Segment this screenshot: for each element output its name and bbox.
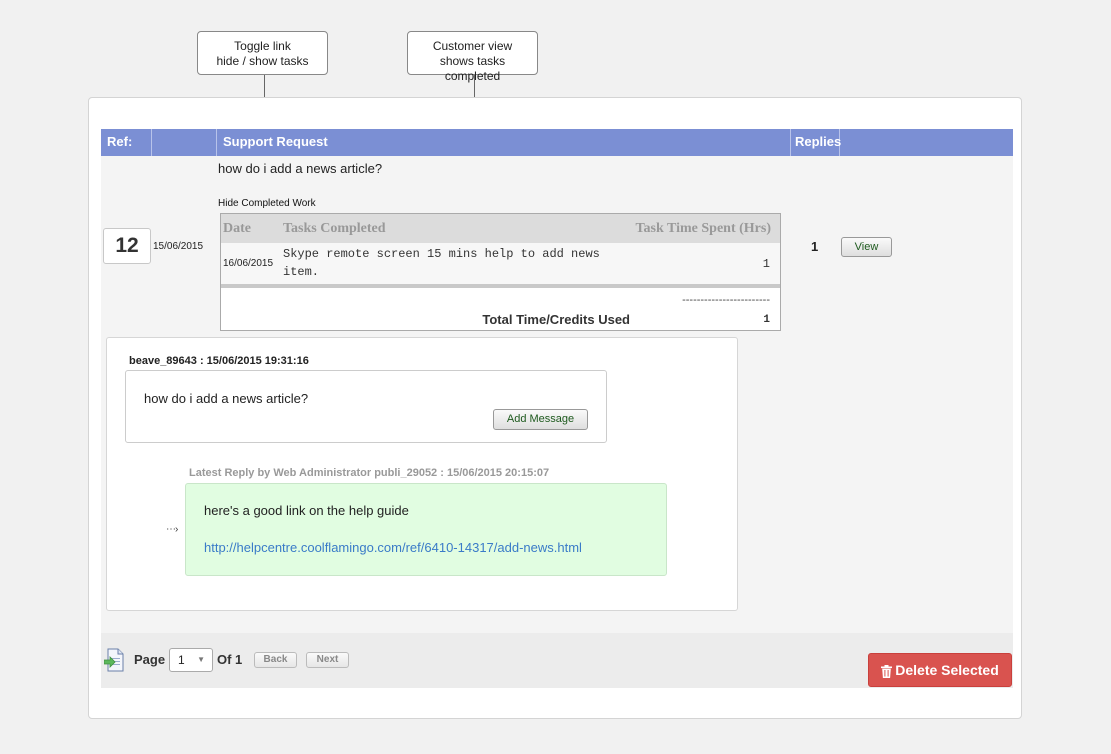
message-author: beave_89643 : 15/06/2015 19:31:16 <box>129 355 309 367</box>
view-button[interactable]: View <box>841 237 892 257</box>
reply-author: Latest Reply by Web Administrator publi_… <box>189 467 550 479</box>
table-header: Ref: Support Request Replies <box>101 129 1013 156</box>
callout-customer-line2: shows tasks completed <box>439 54 506 83</box>
tasks-completed-table: Date Tasks Completed Task Time Spent (Hr… <box>220 213 781 331</box>
add-message-button[interactable]: Add Message <box>493 409 588 430</box>
task-row: 16/06/2015 Skype remote screen 15 mins h… <box>221 243 780 284</box>
callout-toggle-link: Toggle link hide / show tasks <box>197 31 328 75</box>
delete-selected-button[interactable]: Delete Selected <box>868 653 1012 687</box>
page-label: Page <box>134 652 166 667</box>
header-support-request: Support Request <box>217 129 791 156</box>
task-date: 16/06/2015 <box>223 258 274 269</box>
export-page-icon[interactable] <box>104 648 124 672</box>
request-date: 15/06/2015 <box>153 241 204 252</box>
back-button[interactable]: Back <box>254 652 297 668</box>
message-text: how do i add a news article? <box>144 391 309 406</box>
page-select[interactable]: 1 ▼ <box>169 648 213 672</box>
reply-text: here's a good link on the help guide <box>204 503 409 518</box>
delete-selected-label: Delete Selected <box>895 662 999 678</box>
callout-customer-line1: Customer view <box>432 39 513 53</box>
task-description-line1: Skype remote screen 15 mins help to add … <box>283 247 600 261</box>
header-replies: Replies <box>791 129 841 156</box>
total-time-label: Total Time/Credits Used <box>482 312 630 327</box>
tasks-col-tasks: Tasks Completed <box>283 221 386 236</box>
tasks-dashes: ------------------------ <box>682 294 770 306</box>
trash-icon <box>881 664 893 678</box>
tasks-footer: ------------------------ Total Time/Cred… <box>221 288 780 330</box>
task-time: 1 <box>762 257 770 271</box>
callout-toggle-line2: hide / show tasks <box>216 54 309 68</box>
message-box <box>125 370 607 443</box>
next-button[interactable]: Next <box>306 652 349 668</box>
header-ref: Ref: <box>101 129 152 156</box>
header-blank <box>152 129 217 156</box>
callout-toggle-line1: Toggle link <box>234 39 291 53</box>
reply-help-link[interactable]: http://helpcentre.coolflamingo.com/ref/6… <box>204 540 582 555</box>
request-question: how do i add a news article? <box>218 161 383 176</box>
hide-completed-work-link[interactable]: Hide Completed Work <box>218 198 316 209</box>
ref-number: 12 <box>103 228 151 264</box>
task-description-line2: item. <box>283 265 320 279</box>
total-time-value: 1 <box>763 314 770 326</box>
callout-customer-view: Customer view shows tasks completed <box>407 31 538 83</box>
page-select-value: 1 <box>178 653 185 667</box>
reply-indent-arrow-icon: ⋯› <box>166 524 178 535</box>
tasks-col-date: Date <box>223 221 251 236</box>
replies-count: 1 <box>811 239 819 254</box>
page-of-label: Of 1 <box>217 652 243 667</box>
reply-box <box>185 483 667 576</box>
tasks-header: Date Tasks Completed Task Time Spent (Hr… <box>221 214 780 243</box>
tasks-col-time: Task Time Spent (Hrs) <box>635 221 772 236</box>
chevron-down-icon: ▼ <box>197 655 205 664</box>
